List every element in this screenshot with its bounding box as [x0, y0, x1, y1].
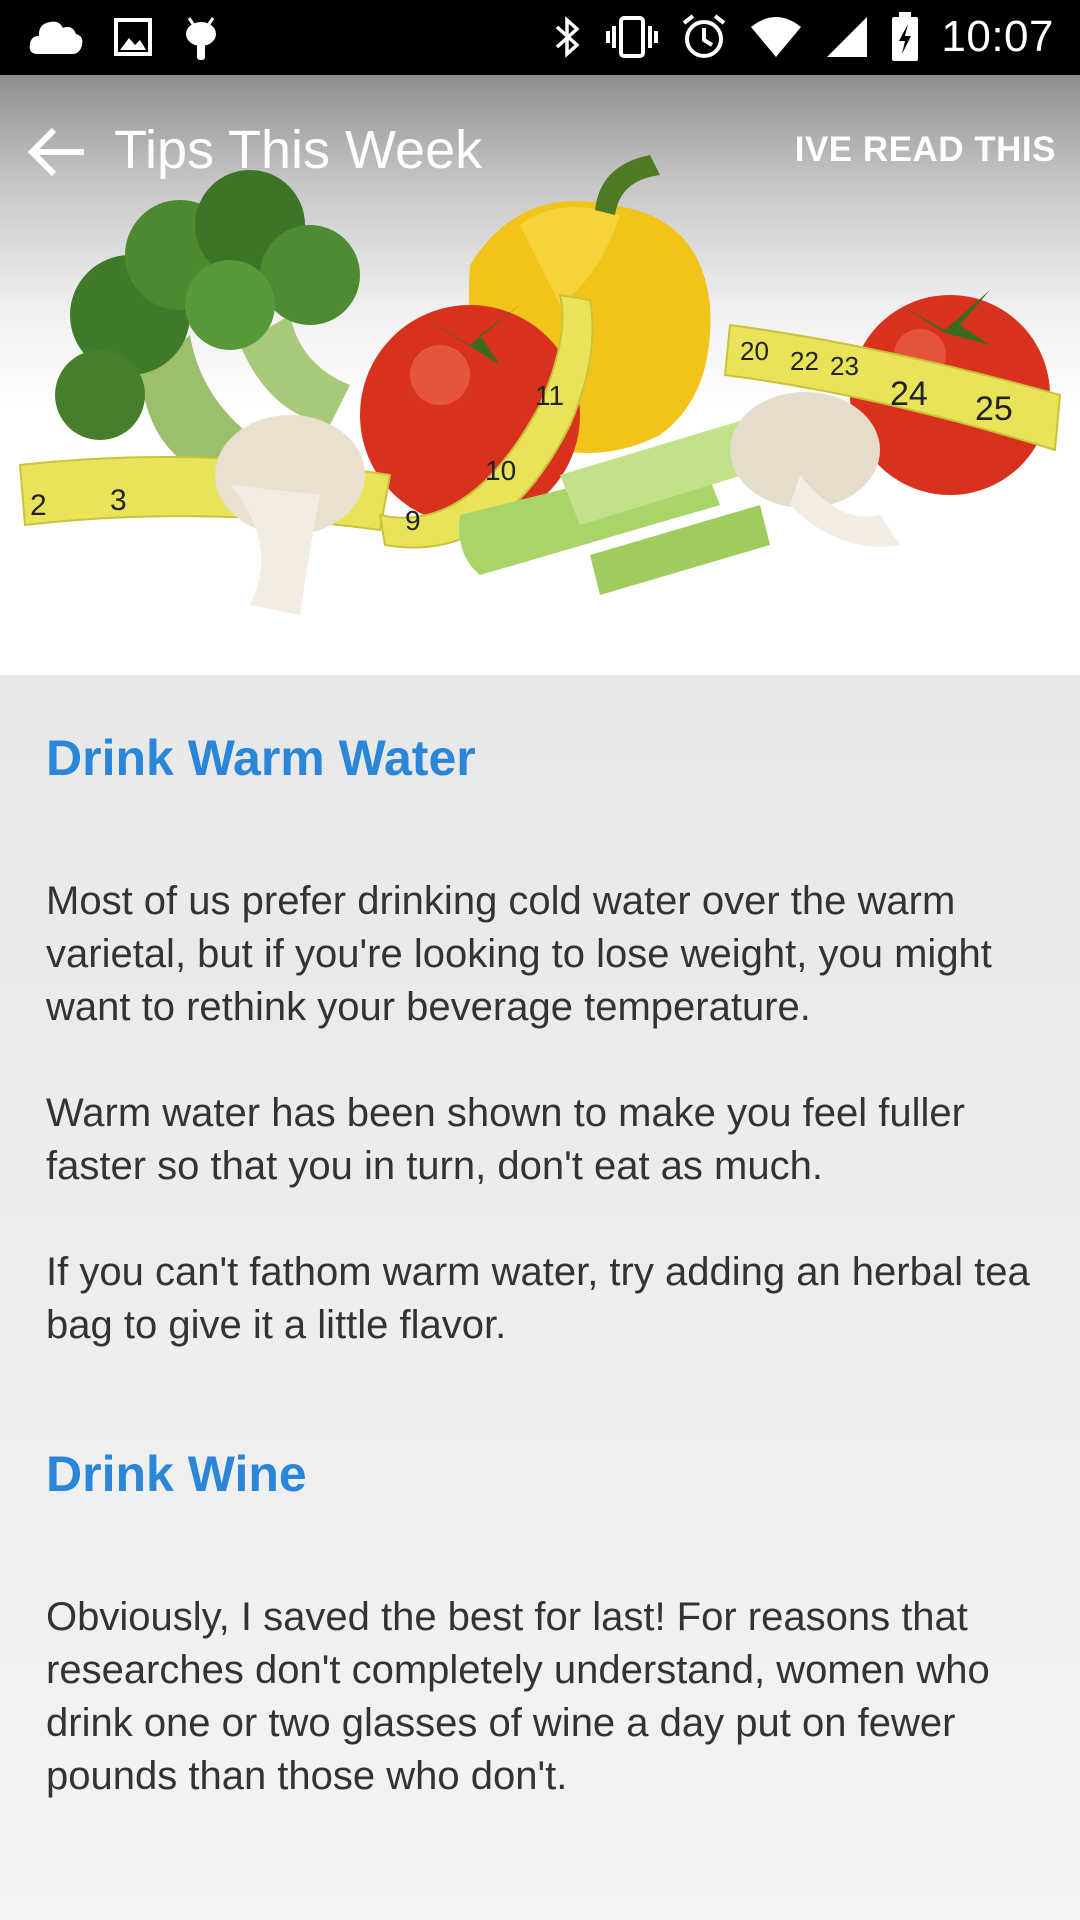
page-title: Tips This Week: [114, 120, 483, 180]
back-button[interactable]: [22, 117, 92, 187]
svg-text:23: 23: [830, 351, 859, 381]
tip-paragraph: Obviously, I saved the best for last! Fo…: [46, 1595, 990, 1798]
tip-title: Drink Wine: [46, 1446, 307, 1502]
tip-body: Most of us prefer drinking cold water ov…: [46, 875, 1034, 1352]
svg-text:10: 10: [485, 455, 516, 486]
signal-icon: [825, 15, 869, 59]
battery-charging-icon: [891, 12, 919, 62]
tip-paragraph: Warm water has been shown to make you fe…: [46, 1091, 965, 1188]
svg-text:2: 2: [30, 489, 47, 522]
tip-title: Drink Warm Water: [46, 730, 476, 786]
tip-card: Drink Warm Water Most of us prefer drink…: [0, 675, 1080, 1352]
app-bar: Tips This Week IVE READ THIS: [0, 75, 1080, 225]
svg-text:25: 25: [975, 390, 1013, 428]
tip-paragraph: If you can't fathom warm water, try addi…: [46, 1250, 1030, 1347]
wifi-icon: [749, 15, 803, 59]
tip-card: Drink Wine Obviously, I saved the best f…: [0, 1352, 1080, 1803]
status-bar: 10:07: [0, 0, 1080, 75]
svg-text:24: 24: [890, 375, 928, 413]
svg-text:20: 20: [740, 336, 769, 366]
svg-text:11: 11: [535, 380, 564, 411]
image-icon: [114, 14, 152, 64]
arrow-back-icon: [27, 127, 84, 177]
android-debug-icon: [182, 14, 220, 64]
tips-content: Drink Warm Water Most of us prefer drink…: [0, 675, 1080, 1920]
vibrate-icon: [605, 14, 659, 60]
tip-body: Obviously, I saved the best for last! Fo…: [46, 1591, 1034, 1803]
svg-text:3: 3: [110, 484, 127, 517]
status-time: 10:07: [941, 12, 1054, 61]
svg-text:9: 9: [405, 505, 421, 536]
alarm-icon: [681, 13, 727, 61]
cloud-icon: [28, 14, 84, 64]
ive-read-this-button[interactable]: IVE READ THIS: [795, 125, 1056, 175]
tip-paragraph: Most of us prefer drinking cold water ov…: [46, 879, 992, 1029]
bluetooth-icon: [553, 14, 583, 60]
svg-text:22: 22: [790, 346, 819, 376]
